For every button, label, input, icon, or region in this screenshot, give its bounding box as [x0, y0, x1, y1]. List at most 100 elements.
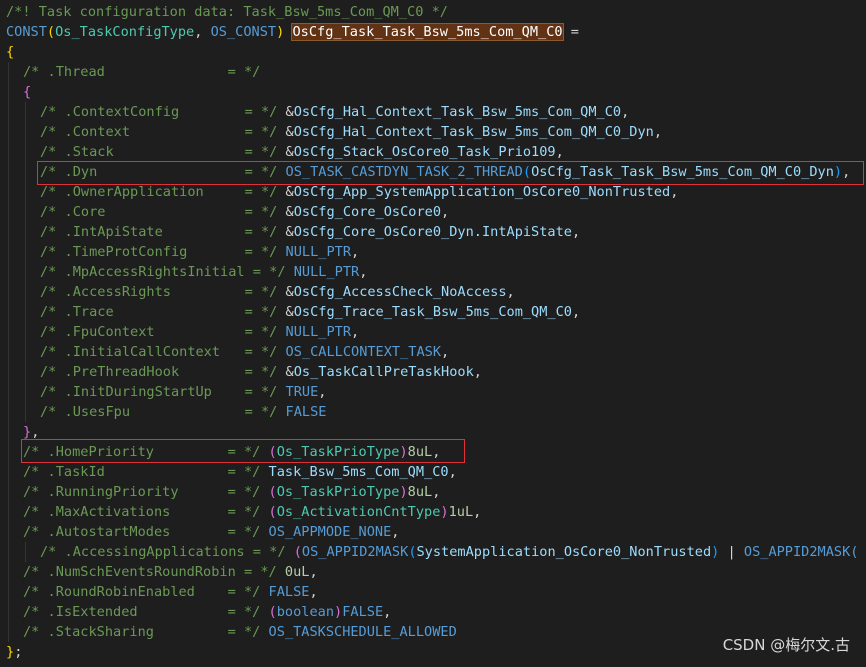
code-line[interactable]: {	[0, 82, 866, 102]
code-token: Os_TaskCallPreTaskHook	[293, 364, 474, 380]
code-token: ,	[670, 184, 679, 200]
code-token: OS_TASKSCHEDULE_ALLOWED	[268, 624, 457, 640]
code-token: ,	[571, 224, 581, 240]
code-line[interactable]: /* .Core = */ &OsCfg_Core_OsCore0,	[0, 202, 866, 222]
code-token: ,	[448, 464, 457, 480]
code-token: /* .MpAccessRightsInitial = */	[40, 264, 294, 280]
code-line[interactable]: /* .AccessRights = */ &OsCfg_AccessCheck…	[0, 282, 866, 302]
indent-guide	[6, 442, 23, 462]
code-token: /* .TaskId = */	[23, 464, 269, 480]
code-token: OsCfg_App_SystemApplication_OsCore0_NonT…	[293, 184, 671, 200]
code-line[interactable]: /* .PreThreadHook = */ &Os_TaskCallPreTa…	[0, 362, 866, 382]
code-token: /*! Task configuration data: Task_Bsw_5m…	[6, 4, 448, 20]
code-line[interactable]: /* .UsesFpu = */ FALSE	[0, 402, 866, 422]
code-token: NULL_PTR	[293, 264, 360, 280]
code-line[interactable]: },	[0, 422, 866, 442]
code-line[interactable]: /* .MaxActivations = */ (Os_ActivationCn…	[0, 502, 866, 522]
code-token: OsCfg_AccessCheck_NoAccess	[293, 284, 507, 300]
indent-guide	[6, 562, 23, 582]
code-token: OS_APPID2MASK(	[743, 544, 859, 560]
indent-guide	[6, 582, 23, 602]
code-token: ,	[506, 284, 515, 300]
code-token: /* .Thread = */	[23, 64, 261, 80]
code-line[interactable]: /* .Stack = */ &OsCfg_Stack_OsCore0_Task…	[0, 142, 866, 162]
code-line[interactable]: /* .FpuContext = */ NULL_PTR,	[0, 322, 866, 342]
code-token: &	[285, 184, 294, 200]
code-token: 8uL	[407, 484, 433, 500]
code-token: ,	[359, 264, 368, 280]
code-token: /* .PreThreadHook = */	[40, 364, 286, 380]
code-token: )	[833, 164, 843, 180]
code-token: ,	[309, 564, 318, 580]
code-token: /* .UsesFpu = */	[40, 404, 286, 420]
code-line[interactable]: /* .OwnerApplication = */ &OsCfg_App_Sys…	[0, 182, 866, 202]
indent-guide	[6, 142, 40, 162]
indent-guide	[6, 362, 40, 382]
watermark: CSDN @梅尔文.古	[722, 636, 850, 654]
indent-guide	[6, 222, 40, 242]
indent-guide	[6, 382, 40, 402]
code-token: ,	[351, 244, 360, 260]
code-line[interactable]: /* .InitialCallContext = */ OS_CALLCONTE…	[0, 342, 866, 362]
code-token: /* .InitDuringStartUp = */	[40, 384, 286, 400]
code-line[interactable]: /* .NumSchEventsRoundRobin = */ 0uL,	[0, 562, 866, 582]
code-token: ,	[31, 424, 40, 440]
code-line[interactable]: /* .InitDuringStartUp = */ TRUE,	[0, 382, 866, 402]
indent-guide	[6, 62, 23, 82]
code-token: OsCfg_Hal_Context_Task_Bsw_5ms_Com_QM_C0	[293, 104, 622, 120]
code-token: }	[6, 644, 15, 660]
code-line[interactable]: /* .Thread = */	[0, 62, 866, 82]
code-line[interactable]: /* .IntApiState = */ &OsCfg_Core_OsCore0…	[0, 222, 866, 242]
code-line[interactable]: /* .TaskId = */ Task_Bsw_5ms_Com_QM_C0,	[0, 462, 866, 482]
code-line[interactable]: /* .Trace = */ &OsCfg_Trace_Task_Bsw_5ms…	[0, 302, 866, 322]
code-line[interactable]: /* .MpAccessRightsInitial = */ NULL_PTR,	[0, 262, 866, 282]
code-token: FALSE	[285, 404, 327, 420]
code-token: OsCfg_Trace_Task_Bsw_5ms_Com_QM_C0	[293, 304, 572, 320]
code-token: /* .Context = */	[40, 124, 286, 140]
code-token: OS_CALLCONTEXT_TASK	[285, 344, 442, 360]
code-token: /* .Dyn = */	[40, 164, 286, 180]
code-token: Task_Bsw_5ms_Com_QM_C0	[268, 464, 449, 480]
code-token: &	[285, 204, 294, 220]
code-line[interactable]: /* .ContextConfig = */ &OsCfg_Hal_Contex…	[0, 102, 866, 122]
code-line[interactable]: {	[0, 42, 866, 62]
code-line[interactable]: /* .RoundRobinEnabled = */ FALSE,	[0, 582, 866, 602]
code-token: ,	[473, 504, 482, 520]
indent-guide	[6, 322, 40, 342]
code-line[interactable]: /* .TimeProtConfig = */ NULL_PTR,	[0, 242, 866, 262]
code-token: ,	[441, 344, 450, 360]
code-token: (	[293, 544, 302, 560]
code-token: OS_APPID2MASK	[301, 544, 409, 560]
code-token: FALSE	[268, 584, 310, 600]
indent-guide	[6, 622, 23, 642]
code-token: ,	[391, 524, 400, 540]
code-line[interactable]: /* .Context = */ &OsCfg_Hal_Context_Task…	[0, 122, 866, 142]
indent-guide	[6, 542, 40, 562]
code-editor[interactable]: /*! Task configuration data: Task_Bsw_5m…	[0, 0, 866, 667]
code-line[interactable]: /* .AccessingApplications = */ (OS_APPID…	[0, 542, 866, 562]
code-line[interactable]: /* .IsExtended = */ (boolean)FALSE,	[0, 602, 866, 622]
code-token: OS_APPMODE_NONE	[268, 524, 392, 540]
code-token: ,	[571, 304, 581, 320]
code-line[interactable]: /* .AutostartModes = */ OS_APPMODE_NONE,	[0, 522, 866, 542]
indent-guide	[6, 162, 40, 182]
code-line[interactable]: /* .RunningPriority = */ (Os_TaskPrioTyp…	[0, 482, 866, 502]
code-line[interactable]: /* .HomePriority = */ (Os_TaskPrioType)8…	[0, 442, 866, 462]
indent-guide	[6, 182, 40, 202]
code-token: /* .HomePriority = */	[23, 444, 269, 460]
code-line[interactable]: /* .Dyn = */ OS_TASK_CASTDYN_TASK_2_THRE…	[0, 162, 866, 182]
code-token: OsCfg_Core_OsCore0_Dyn.IntApiState	[293, 224, 572, 240]
code-token: &	[285, 144, 294, 160]
indent-guide	[6, 462, 23, 482]
code-token: ,	[194, 24, 211, 40]
code-token: NULL_PTR	[285, 324, 352, 340]
code-token: (	[46, 24, 56, 40]
code-token: {	[6, 44, 15, 60]
code-line[interactable]: /*! Task configuration data: Task_Bsw_5m…	[0, 2, 866, 22]
code-line[interactable]: CONST(Os_TaskConfigType, OS_CONST) OsCfg…	[0, 22, 866, 42]
indent-guide	[6, 342, 40, 362]
code-token: TRUE	[285, 384, 319, 400]
code-token: NULL_PTR	[285, 244, 352, 260]
code-token: /* .ContextConfig = */	[40, 104, 286, 120]
indent-guide	[6, 422, 23, 442]
